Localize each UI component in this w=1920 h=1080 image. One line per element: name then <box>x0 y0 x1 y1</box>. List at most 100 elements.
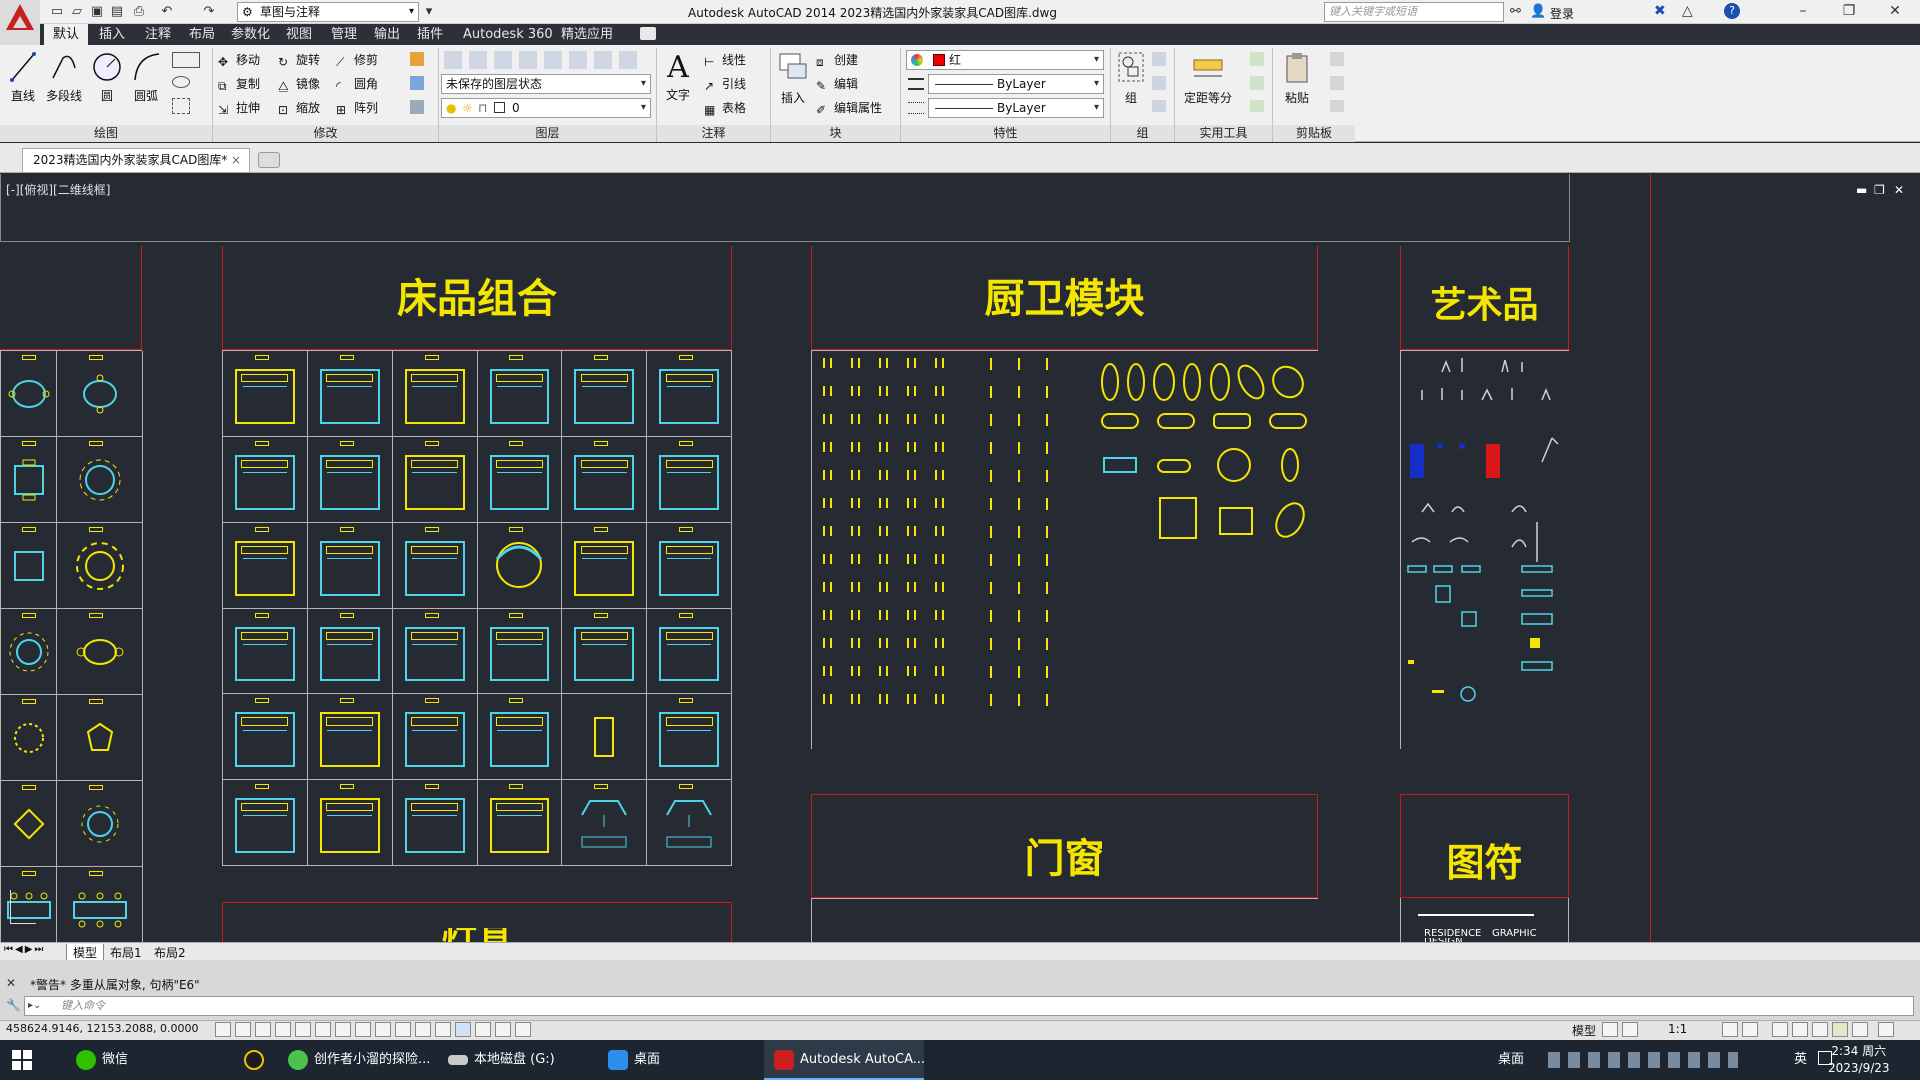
panel-title-modify[interactable]: 修改 <box>213 125 438 142</box>
redo-icon[interactable]: ↷ <box>200 3 218 21</box>
rotate-button[interactable]: ↻ 旋转 <box>278 51 320 69</box>
panel-title-block[interactable]: 块 <box>771 125 900 142</box>
fillet-button[interactable]: ◜ 圆角 <box>336 75 378 93</box>
workspace-select[interactable]: ⚙ 草图与注释 ▾ <box>237 2 419 22</box>
circle-button[interactable]: 圆 <box>90 50 124 104</box>
command-prompt-icon[interactable]: ▸⌄ <box>28 1000 41 1011</box>
lineweight-select[interactable]: ByLayer <box>928 98 1104 118</box>
search-input[interactable]: 键入关键字或短语 <box>1324 2 1504 22</box>
insert-block-button[interactable]: 插入 <box>774 50 812 106</box>
text-button[interactable]: A 文字 <box>660 50 696 103</box>
tab-insert[interactable]: 插入 <box>90 24 134 45</box>
close-tab-icon[interactable]: × <box>231 149 241 171</box>
arc-button[interactable]: 圆弧 <box>128 50 164 104</box>
edit-attributes-button[interactable]: ✐ 编辑属性 <box>816 99 882 117</box>
ducs-icon[interactable] <box>375 1022 391 1037</box>
lock-ui-icon[interactable] <box>1792 1022 1808 1037</box>
linear-dimension-button[interactable]: ⊢ 线性 <box>704 51 746 69</box>
undo-icon[interactable]: ↶ <box>158 3 176 21</box>
erase-icon[interactable] <box>410 52 424 66</box>
tab-output[interactable]: 输出 <box>365 24 409 45</box>
lineweight-toggle-icon[interactable] <box>415 1022 431 1037</box>
gizmo-icon[interactable] <box>515 1022 531 1037</box>
application-menu-button[interactable] <box>0 0 40 48</box>
ortho-icon[interactable] <box>275 1022 291 1037</box>
login-link[interactable]: 登录 <box>1550 5 1574 22</box>
command-close-icon[interactable]: ✕ <box>6 976 16 990</box>
annotation-monitor-icon[interactable] <box>495 1022 511 1037</box>
tab-featured-apps[interactable]: 精选应用 <box>552 24 622 45</box>
clean-screen-icon[interactable] <box>1852 1022 1868 1037</box>
snap-icon[interactable] <box>235 1022 251 1037</box>
dyn-icon[interactable] <box>395 1022 411 1037</box>
viewport-restore-icon[interactable]: ❐ <box>1874 183 1885 197</box>
quick-properties-icon[interactable] <box>455 1022 471 1037</box>
wrench-icon[interactable]: 🔧 <box>6 998 21 1012</box>
a360-icon[interactable]: △ <box>1682 3 1693 19</box>
tab-default[interactable]: 默认 <box>44 24 89 45</box>
paste-button[interactable]: 粘贴 <box>1278 50 1316 106</box>
save-icon[interactable]: ▣ <box>88 3 106 21</box>
tray-desktop-toolbar[interactable]: 桌面 <box>1498 1040 1524 1080</box>
auto-scale-icon[interactable] <box>1742 1022 1758 1037</box>
customization-icon[interactable] <box>1878 1022 1894 1037</box>
annotation-scale[interactable]: 1:1 <box>1668 1022 1687 1036</box>
coordinates-readout[interactable]: 458624.9146, 12153.2088, 0.0000 <box>6 1022 198 1035</box>
close-button[interactable]: ✕ <box>1872 0 1918 24</box>
panel-title-layers[interactable]: 图层 <box>439 125 656 142</box>
panel-title-group[interactable]: 组 <box>1111 125 1174 142</box>
utility-tools-icons[interactable] <box>1250 52 1264 112</box>
taskbar-wechat[interactable]: 微信 <box>76 1040 128 1080</box>
otrack-icon[interactable] <box>355 1022 371 1037</box>
tab-layout[interactable]: 布局 <box>180 24 224 45</box>
tab-layout1[interactable]: 布局1 <box>106 944 146 961</box>
taskbar-autocad[interactable]: Autodesk AutoCA... <box>764 1040 925 1080</box>
array-button[interactable]: ⊞ 阵列 <box>336 99 378 117</box>
selection-cycling-icon[interactable] <box>475 1022 491 1037</box>
panel-title-draw[interactable]: 绘图 <box>0 125 212 142</box>
model-space-button[interactable]: 模型 <box>1572 1022 1596 1039</box>
quick-view-layouts-icon[interactable] <box>1602 1022 1618 1037</box>
tab-navigation-icon[interactable]: ⏮◀▶⏭ <box>4 944 45 955</box>
line-button[interactable]: 直线 <box>6 50 40 104</box>
tab-manage[interactable]: 管理 <box>322 24 366 45</box>
measure-button[interactable]: 定距等分 <box>1180 50 1236 106</box>
table-button[interactable]: ▦ 表格 <box>704 99 746 117</box>
maximize-button[interactable]: ❐ <box>1826 0 1872 24</box>
system-tray-icons[interactable] <box>1548 1052 1738 1068</box>
tab-view[interactable]: 视图 <box>277 24 321 45</box>
taskbar-qq[interactable] <box>244 1040 270 1080</box>
trim-button[interactable]: ⟋ 修剪 <box>336 51 378 69</box>
layer-tools-icons[interactable] <box>444 51 640 69</box>
osnap-icon[interactable] <box>315 1022 331 1037</box>
tab-annotate[interactable]: 注释 <box>136 24 180 45</box>
offset-icon[interactable] <box>410 100 424 114</box>
windows-start-icon[interactable] <box>12 1050 32 1070</box>
move-button[interactable]: ✥ 移动 <box>218 51 260 69</box>
new-file-icon[interactable]: ▭ <box>48 3 66 21</box>
color-select[interactable]: 红 <box>906 50 1104 70</box>
hardware-acceleration-icon[interactable] <box>1832 1022 1848 1037</box>
create-block-button[interactable]: ⧈ 创建 <box>816 51 858 69</box>
linetype-select[interactable]: ByLayer <box>928 74 1104 94</box>
binoculars-icon[interactable]: ⚯ <box>1510 4 1521 19</box>
tab-plugins[interactable]: 插件 <box>408 24 452 45</box>
layer-select[interactable]: ● ☼ ⊓ 0 <box>441 98 651 118</box>
group-button[interactable]: 组 <box>1114 50 1148 106</box>
taskbar-desktop[interactable]: 桌面 <box>608 1040 660 1080</box>
taskbar-clock[interactable]: 2:34 周六 2023/9/23 <box>1828 1043 1890 1077</box>
tab-parametric[interactable]: 参数化 <box>222 24 279 45</box>
exchange-icon[interactable]: ✖ <box>1654 3 1666 19</box>
isolate-objects-icon[interactable] <box>1812 1022 1828 1037</box>
3d-osnap-icon[interactable] <box>335 1022 351 1037</box>
save-as-icon[interactable]: ▤ <box>108 3 126 21</box>
infer-constraints-icon[interactable] <box>215 1022 231 1037</box>
edit-block-button[interactable]: ✎ 编辑 <box>816 75 858 93</box>
stretch-button[interactable]: ⇲ 拉伸 <box>218 99 260 117</box>
mirror-button[interactable]: ⧋ 镜像 <box>278 75 320 93</box>
scale-button[interactable]: ⊡ 缩放 <box>278 99 320 117</box>
ribbon-toggle-icon[interactable] <box>640 27 656 40</box>
viewport-close-icon[interactable]: ✕ <box>1894 183 1904 197</box>
polyline-button[interactable]: 多段线 <box>42 50 86 104</box>
taskbar-local-disk[interactable]: 本地磁盘 (G:) <box>448 1040 555 1080</box>
